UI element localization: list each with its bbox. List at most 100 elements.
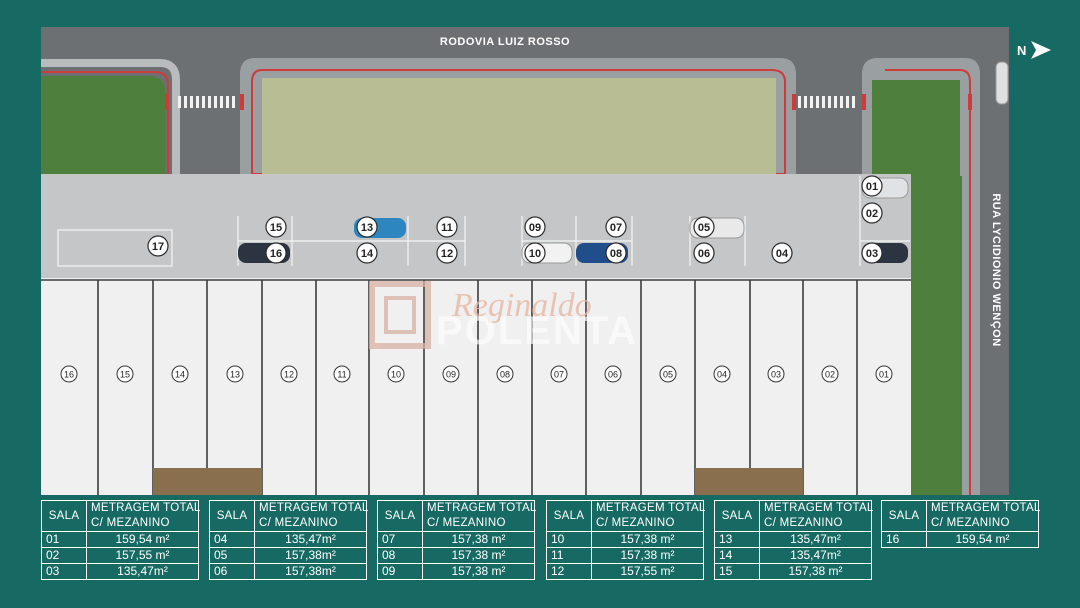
unit-12: 12	[280, 365, 298, 383]
sala-number: 01	[41, 531, 87, 548]
column-header-sala: SALA	[546, 500, 592, 532]
unit-05: 05	[659, 365, 677, 383]
sala-number: 03	[41, 563, 87, 580]
parking-spot-01: 01	[861, 175, 883, 197]
table-row: 01 159,54 m²	[41, 531, 199, 548]
sala-area: 157,38m²	[254, 547, 367, 564]
sala-number: 12	[546, 563, 592, 580]
column-header-sala: SALA	[41, 500, 87, 532]
sala-area: 157,55 m²	[591, 563, 704, 580]
metragem-header-line-2: C/ MEZANINO	[259, 517, 338, 529]
svg-text:15: 15	[270, 222, 282, 234]
sala-number: 13	[714, 531, 760, 548]
right-green-top	[872, 80, 960, 176]
table-row: 13 135,47m²	[714, 531, 872, 548]
unit-16: 16	[60, 365, 78, 383]
column-header-metragem: METRAGEM TOTAL C/ MEZANINO	[254, 500, 369, 532]
sala-area: 157,38 m²	[591, 531, 704, 548]
sala-area: 135,47m²	[86, 563, 199, 580]
table-row: 05 157,38m²	[209, 547, 367, 564]
svg-text:09: 09	[446, 370, 456, 380]
svg-text:05: 05	[663, 370, 673, 380]
table-row: 10 157,38 m²	[546, 531, 704, 548]
column-header-metragem: METRAGEM TOTAL C/ MEZANINO	[759, 500, 874, 532]
svg-text:10: 10	[391, 370, 401, 380]
sala-number: 06	[209, 563, 255, 580]
parking-spot-05: 05	[693, 216, 715, 238]
unit-01: 01	[875, 365, 893, 383]
sala-number: 07	[377, 531, 423, 548]
parking-spot-07: 07	[605, 216, 627, 238]
metragem-header-line-2: C/ MEZANINO	[931, 517, 1010, 529]
metragem-header-line-1: METRAGEM TOTAL	[764, 502, 874, 514]
area-table-3: SALA METRAGEM TOTAL C/ MEZANINO 07 157,38 m²…	[377, 500, 537, 580]
unit-14: 14	[171, 365, 189, 383]
sala-area: 135,47m²	[759, 531, 872, 548]
north-label: N	[1017, 43, 1026, 58]
sala-area: 157,38 m²	[591, 547, 704, 564]
metragem-header-line-1: METRAGEM TOTAL	[91, 502, 201, 514]
column-header-metragem: METRAGEM TOTAL C/ MEZANINO	[86, 500, 201, 532]
metragem-header-line-1: METRAGEM TOTAL	[596, 502, 706, 514]
sala-number: 04	[209, 531, 255, 548]
unit-11: 11	[333, 365, 351, 383]
svg-text:17: 17	[152, 241, 164, 253]
sala-number: 05	[209, 547, 255, 564]
svg-text:03: 03	[771, 370, 781, 380]
sala-number: 11	[546, 547, 592, 564]
center-lawn	[262, 78, 776, 174]
street-name-right: RUA LYCIDIONIO WENÇON	[990, 193, 1002, 346]
table-row: 06 157,38m²	[209, 563, 367, 580]
sala-area: 157,38 m²	[422, 563, 535, 580]
sala-number: 08	[377, 547, 423, 564]
watermark-brand: POLENTA	[436, 309, 638, 353]
parking-spot-09: 09	[524, 216, 546, 238]
svg-text:12: 12	[284, 370, 294, 380]
metragem-header-line-1: METRAGEM TOTAL	[931, 502, 1041, 514]
parking-spot-14: 14	[356, 242, 378, 264]
unit-08: 08	[496, 365, 514, 383]
table-row: 14 135,47m²	[714, 547, 872, 564]
metragem-header-line-1: METRAGEM TOTAL	[259, 502, 369, 514]
metragem-header-line-1: METRAGEM TOTAL	[427, 502, 537, 514]
parking-spot-12: 12	[436, 242, 458, 264]
right-green-side	[910, 176, 962, 495]
parking-spot-10: 10	[524, 242, 546, 264]
svg-text:03: 03	[866, 248, 878, 260]
svg-text:01: 01	[866, 181, 878, 193]
parking-spot-11: 11	[436, 216, 458, 238]
area-table-4: SALA METRAGEM TOTAL C/ MEZANINO 10 157,38 m²…	[546, 500, 706, 580]
svg-text:02: 02	[825, 370, 835, 380]
table-row: 09 157,38 m²	[377, 563, 535, 580]
svg-text:13: 13	[361, 222, 373, 234]
sala-area: 135,47m²	[759, 547, 872, 564]
unit-06: 06	[604, 365, 622, 383]
svg-text:06: 06	[608, 370, 618, 380]
unit-04: 04	[713, 365, 731, 383]
metragem-header-line-2: C/ MEZANINO	[91, 517, 170, 529]
metragem-header-line-2: C/ MEZANINO	[764, 517, 843, 529]
svg-text:07: 07	[610, 222, 622, 234]
parking-spot-08: 08	[605, 242, 627, 264]
sala-area: 157,38m²	[254, 563, 367, 580]
table-row: 12 157,55 m²	[546, 563, 704, 580]
parking-spot-06: 06	[693, 242, 715, 264]
metragem-header-line-2: C/ MEZANINO	[596, 517, 675, 529]
table-row: 02 157,55 m²	[41, 547, 199, 564]
svg-text:14: 14	[175, 370, 185, 380]
svg-text:04: 04	[717, 370, 727, 380]
unit-10: 10	[387, 365, 405, 383]
area-table-6: SALA METRAGEM TOTAL C/ MEZANINO 16 159,54 m²	[881, 500, 1041, 548]
svg-text:08: 08	[500, 370, 510, 380]
svg-text:15: 15	[120, 370, 130, 380]
svg-text:16: 16	[270, 248, 282, 260]
sala-area: 159,54 m²	[926, 531, 1039, 548]
svg-text:07: 07	[554, 370, 564, 380]
sala-area: 159,54 m²	[86, 531, 199, 548]
sala-number: 02	[41, 547, 87, 564]
svg-text:04: 04	[776, 248, 789, 260]
sala-number: 15	[714, 563, 760, 580]
svg-text:02: 02	[866, 208, 878, 220]
svg-text:14: 14	[361, 248, 374, 260]
column-header-sala: SALA	[377, 500, 423, 532]
